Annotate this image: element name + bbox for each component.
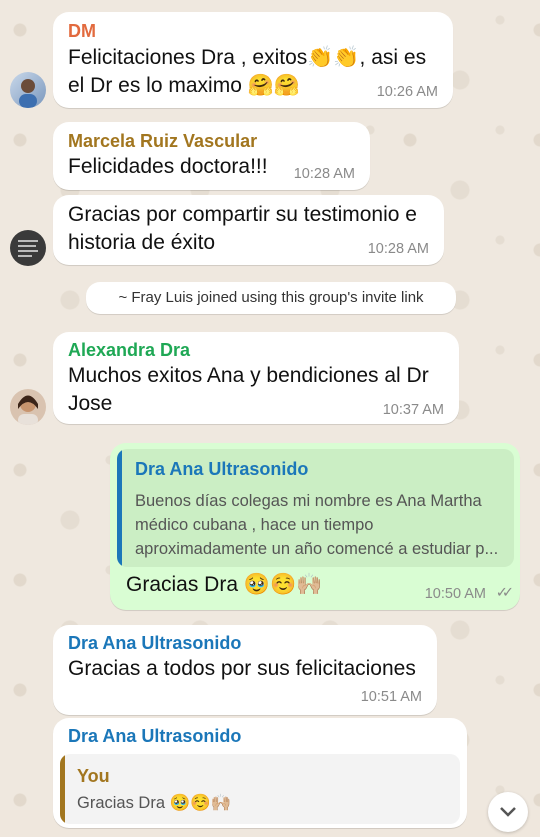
read-receipt-icon: ✓✓ — [495, 585, 514, 601]
scroll-down-button[interactable] — [488, 792, 528, 832]
person-icon — [19, 79, 37, 108]
message-time: 10:28 AM — [293, 166, 355, 182]
message-text: Gracias Dra 🥹☺️🙌🏼 — [126, 573, 323, 596]
message-text: el Dr es lo maximo 🤗🤗 — [68, 74, 301, 97]
message-text: Gracias a todos por sus felicitaciones — [68, 657, 416, 680]
avatar[interactable] — [10, 230, 46, 266]
message-bubble[interactable]: Dra Ana Ultrasonido You Gracias Dra 🥹☺️🙌… — [53, 718, 467, 828]
message-bubble[interactable]: DM Felicitaciones Dra , exitos👏👏, asi es… — [53, 12, 453, 108]
message-time: 10:50 AM — [424, 586, 486, 602]
message-time: 10:37 AM — [382, 402, 444, 418]
message-text: Muchos exitos Ana y bendiciones al Dr — [68, 364, 429, 387]
message-text: Felicitaciones Dra , exitos👏👏, asi es — [68, 46, 427, 69]
quote-bar — [60, 754, 65, 824]
sender-name[interactable]: DM — [68, 21, 96, 42]
system-message: ~ Fray Luis joined using this group's in… — [86, 282, 456, 314]
message-text: historia de éxito — [68, 231, 216, 254]
sender-name[interactable]: Marcela Ruiz Vascular — [68, 131, 257, 152]
message-time: 10:51 AM — [360, 689, 422, 705]
text-image-icon — [18, 240, 38, 257]
message-text: Gracias por compartir su testimonio e — [68, 203, 417, 226]
quoted-text: Buenos días colegas mi nombre es Ana Mar… — [135, 492, 482, 510]
sender-name[interactable]: Dra Ana Ultrasonido — [68, 633, 241, 654]
quoted-sender: You — [77, 766, 110, 786]
message-bubble[interactable]: Alexandra Dra Muchos exitos Ana y bendic… — [53, 332, 459, 424]
quoted-text: médico cubana , hace un tiempo — [135, 516, 374, 534]
chevron-down-icon — [500, 807, 516, 817]
message-text: Felicidades doctora!!! — [68, 155, 268, 178]
quoted-text: aproximadamente un año comencé a estudia… — [135, 540, 499, 558]
message-bubble[interactable]: Gracias por compartir su testimonio e hi… — [53, 195, 444, 265]
person-icon — [18, 395, 38, 425]
sender-name[interactable]: Alexandra Dra — [68, 340, 190, 361]
message-time: 10:26 AM — [376, 84, 438, 100]
quote-bar — [117, 449, 122, 567]
message-time: 10:28 AM — [367, 241, 429, 257]
quoted-message[interactable]: You Gracias Dra 🥹☺️🙌🏼 — [60, 754, 460, 824]
avatar[interactable] — [10, 389, 46, 425]
message-bubble[interactable]: Marcela Ruiz Vascular Felicidades doctor… — [53, 122, 370, 190]
message-text: Jose — [68, 392, 113, 415]
message-bubble[interactable]: Dra Ana Ultrasonido Gracias a todos por … — [53, 625, 437, 715]
quoted-message[interactable]: Dra Ana Ultrasonido Buenos días colegas … — [117, 449, 514, 567]
avatar[interactable] — [10, 72, 46, 108]
outgoing-message-bubble[interactable]: Dra Ana Ultrasonido Buenos días colegas … — [110, 443, 520, 610]
quoted-text: Gracias Dra 🥹☺️🙌🏼 — [77, 794, 232, 812]
sender-name[interactable]: Dra Ana Ultrasonido — [68, 726, 241, 747]
quoted-sender: Dra Ana Ultrasonido — [135, 459, 309, 479]
